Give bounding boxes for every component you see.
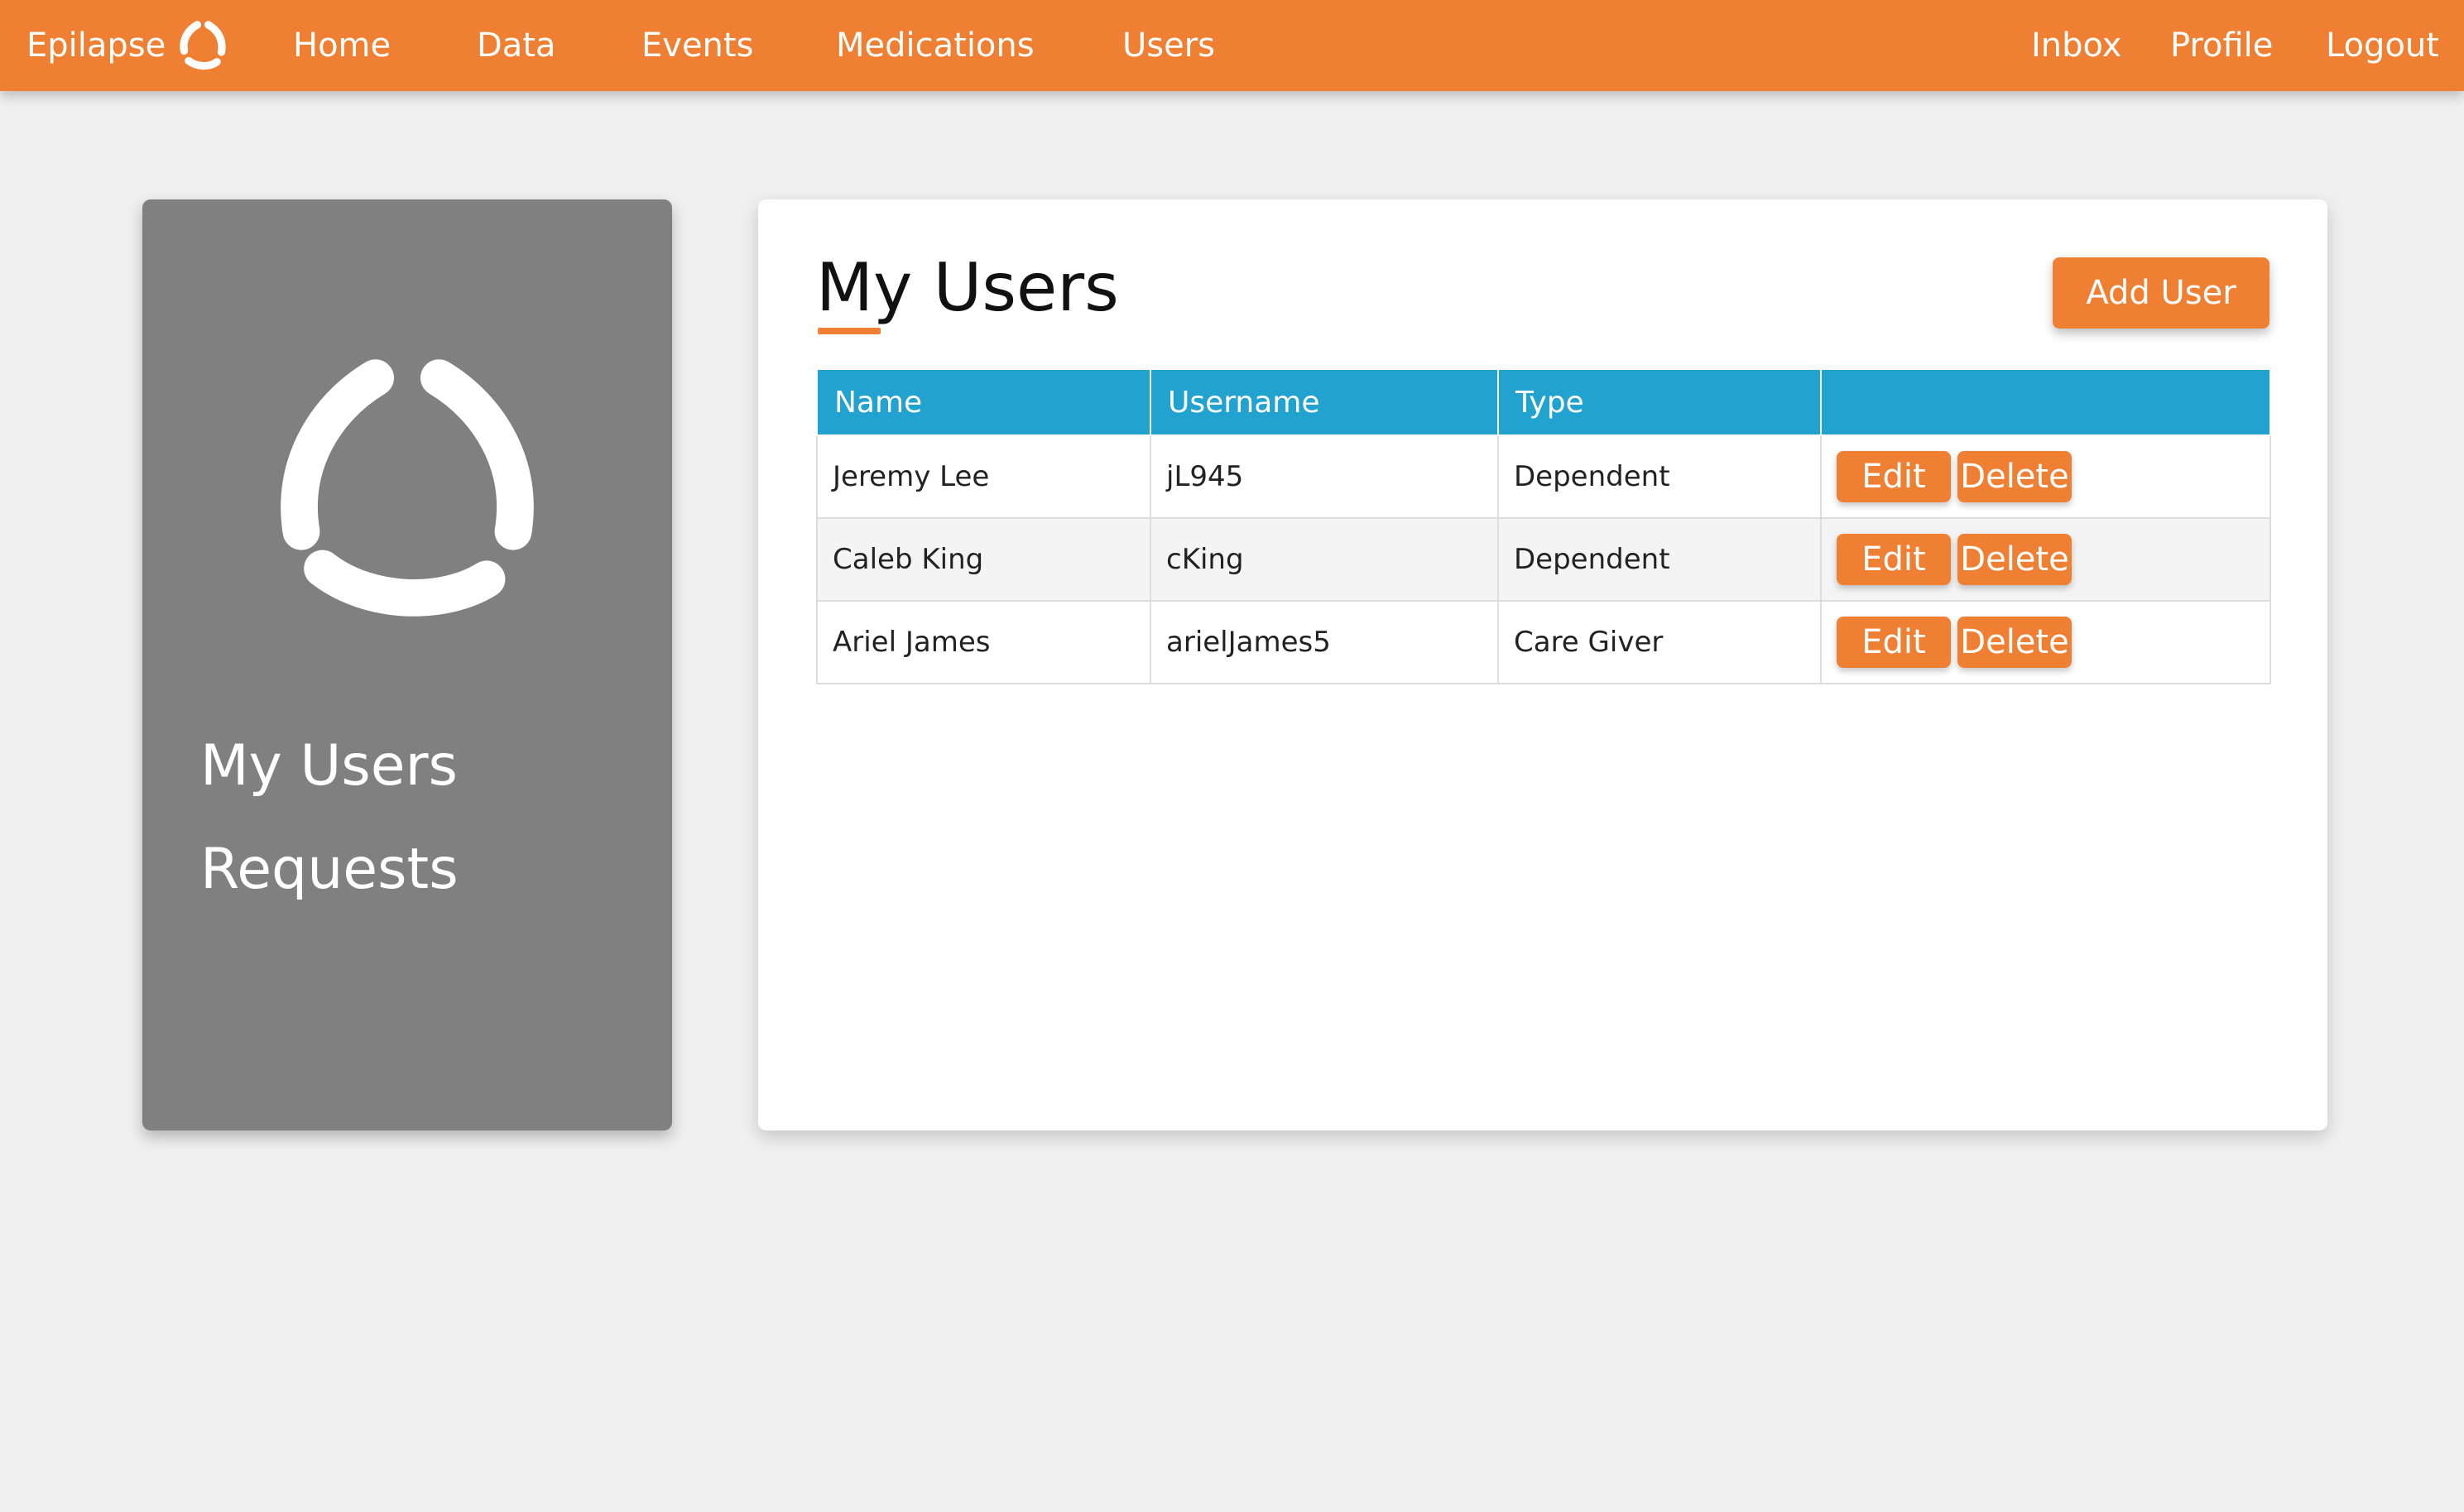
edit-button[interactable]: Edit xyxy=(1837,534,1951,585)
brand-name: Epilapse xyxy=(26,26,166,65)
epilapse-logo-icon xyxy=(281,359,534,617)
edit-button[interactable]: Edit xyxy=(1837,451,1951,502)
nav-users-link[interactable]: Users xyxy=(1122,0,1215,91)
page-title: My Users xyxy=(816,249,1119,326)
nav-events-link[interactable]: Events xyxy=(641,0,753,91)
top-nav-bar: Epilapse Home Data Events Medications Us… xyxy=(0,0,2464,91)
delete-button[interactable]: Delete xyxy=(1957,451,2072,502)
cell-type: Dependent xyxy=(1497,434,1822,519)
cell-name: Ariel James xyxy=(816,600,1151,684)
table-row: Caleb King cKing Dependent Edit Delete xyxy=(816,517,2271,602)
brand[interactable]: Epilapse xyxy=(26,0,230,91)
cell-username: arielJames5 xyxy=(1150,600,1499,684)
nav-medications-link[interactable]: Medications xyxy=(836,0,1035,91)
nav-home-link[interactable]: Home xyxy=(293,0,391,91)
nav-profile-link[interactable]: Profile xyxy=(2170,0,2273,91)
cell-actions: Edit Delete xyxy=(1820,600,2271,684)
cell-type: Dependent xyxy=(1497,517,1822,602)
add-user-button[interactable]: Add User xyxy=(2053,257,2269,329)
main-card: My Users Add User Name Username Type Jer… xyxy=(758,199,2327,1130)
cell-username: cKing xyxy=(1150,517,1499,602)
cell-username: jL945 xyxy=(1150,434,1499,519)
column-header-actions xyxy=(1820,370,2271,436)
nav-inbox-link[interactable]: Inbox xyxy=(2031,0,2121,91)
cell-actions: Edit Delete xyxy=(1820,517,2271,602)
sidebar-item-requests[interactable]: Requests xyxy=(200,837,459,902)
title-underline xyxy=(818,328,881,334)
table-header-row: Name Username Type xyxy=(816,370,2271,436)
cell-actions: Edit Delete xyxy=(1820,434,2271,519)
sidebar: My Users Requests xyxy=(142,199,672,1130)
table-row: Jeremy Lee jL945 Dependent Edit Delete xyxy=(816,434,2271,519)
edit-button[interactable]: Edit xyxy=(1837,617,1951,668)
cell-type: Care Giver xyxy=(1497,600,1822,684)
column-header-type: Type xyxy=(1497,370,1822,436)
table-row: Ariel James arielJames5 Care Giver Edit D… xyxy=(816,600,2271,684)
cell-name: Caleb King xyxy=(816,517,1151,602)
delete-button[interactable]: Delete xyxy=(1957,534,2072,585)
column-header-username: Username xyxy=(1150,370,1499,436)
epilapse-logo-icon xyxy=(180,21,226,70)
cell-name: Jeremy Lee xyxy=(816,434,1151,519)
delete-button[interactable]: Delete xyxy=(1957,617,2072,668)
nav-logout-link[interactable]: Logout xyxy=(2326,0,2439,91)
column-header-name: Name xyxy=(816,370,1151,436)
nav-data-link[interactable]: Data xyxy=(477,0,556,91)
sidebar-item-my-users[interactable]: My Users xyxy=(200,733,458,799)
users-table: Name Username Type Jeremy Lee jL945 Depe… xyxy=(816,370,2271,684)
